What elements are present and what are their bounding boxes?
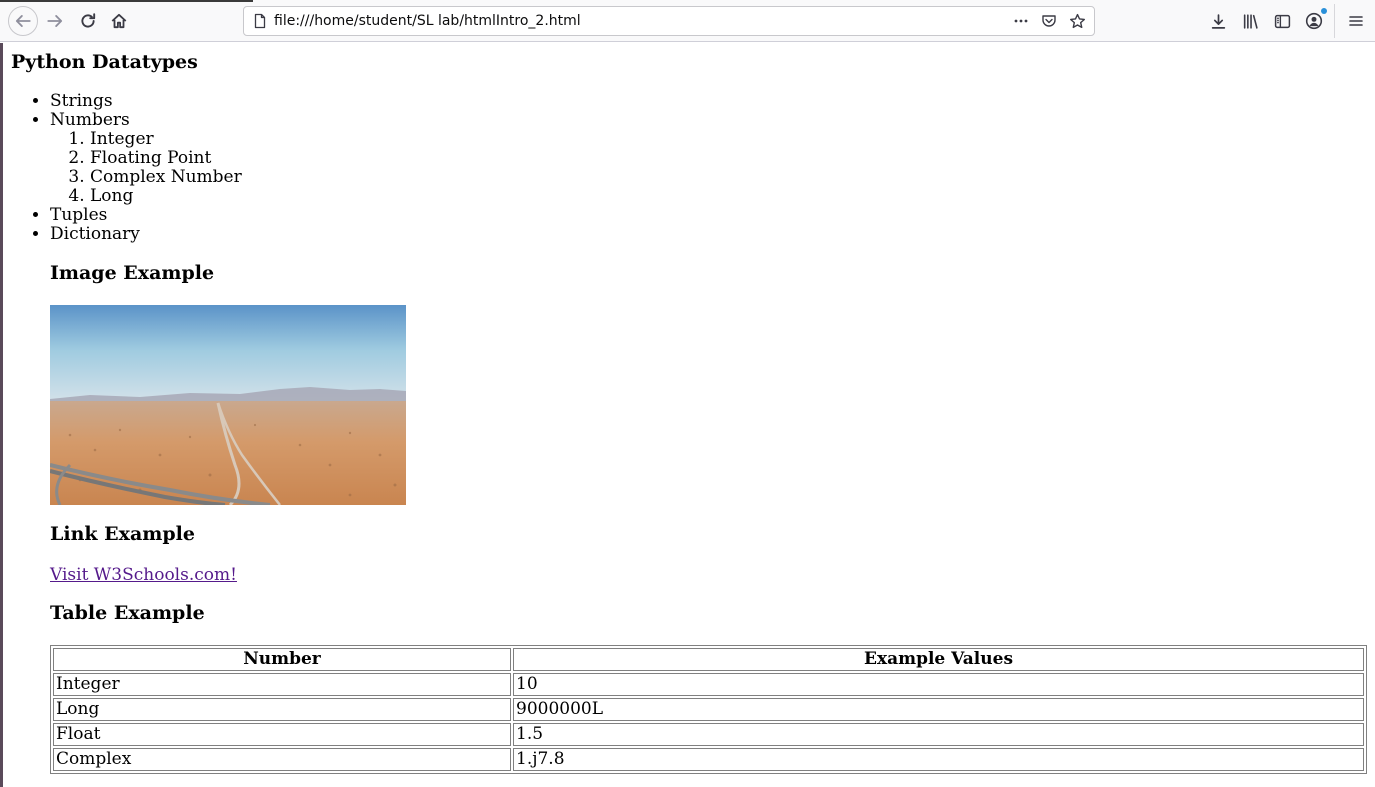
address-bar[interactable]: file:///home/student/SL lab/htmlIntro_2.… (243, 6, 1095, 36)
arrow-left-icon (15, 15, 31, 27)
url-text[interactable]: file:///home/student/SL lab/htmlIntro_2.… (274, 13, 581, 29)
table-cell: 1.j7.8 (513, 748, 1364, 771)
link-heading: Link Example (50, 523, 195, 545)
notification-dot (1321, 8, 1327, 14)
table-cell: Complex (53, 748, 511, 771)
table-row: Complex 1.j7.8 (53, 748, 1364, 771)
home-icon (111, 13, 127, 29)
w3schools-link[interactable]: Visit W3Schools.com! (50, 565, 237, 585)
desert-road-image (50, 305, 406, 505)
page-content: Python Datatypes Strings Numbers Integer… (0, 43, 1375, 787)
number-types-list: Integer Floating Point Complex Number Lo… (50, 130, 242, 206)
list-item: Complex Number (90, 168, 242, 187)
reload-button[interactable] (74, 7, 102, 35)
reload-icon (81, 13, 96, 28)
forward-button[interactable] (41, 7, 69, 35)
toolbar-separator (1334, 4, 1335, 38)
back-button[interactable] (8, 6, 38, 36)
table-row: Long 9000000L (53, 698, 1364, 721)
table-row: Integer 10 (53, 673, 1364, 696)
list-item-label: Numbers (50, 110, 130, 130)
pocket-icon[interactable] (1040, 12, 1058, 30)
sidebar-icon[interactable] (1272, 11, 1292, 31)
example-table: Number Example Values Integer 10 Long 90… (50, 645, 1367, 774)
hamburger-menu-icon[interactable] (1346, 11, 1366, 31)
list-item-strings: Strings (50, 92, 242, 111)
table-cell: 9000000L (513, 698, 1364, 721)
column-header-example-values: Example Values (513, 648, 1364, 671)
arrow-right-icon (47, 15, 63, 27)
table-cell: Integer (53, 673, 511, 696)
table-cell: Long (53, 698, 511, 721)
column-header-number: Number (53, 648, 511, 671)
table-cell: 10 (513, 673, 1364, 696)
account-icon[interactable] (1304, 8, 1327, 31)
list-item: Integer (90, 130, 242, 149)
image-heading: Image Example (50, 262, 215, 284)
datatype-list: Strings Numbers Integer Floating Point C… (10, 92, 242, 244)
list-item: Floating Point (90, 149, 242, 168)
more-dots-icon[interactable] (1012, 12, 1030, 30)
page-title: Python Datatypes (11, 51, 198, 73)
list-item-numbers: Numbers Integer Floating Point Complex N… (50, 111, 242, 206)
table-row: Float 1.5 (53, 723, 1364, 746)
star-icon[interactable] (1068, 12, 1086, 30)
home-button[interactable] (105, 7, 133, 35)
library-icon[interactable] (1240, 11, 1260, 31)
list-item-dictionary: Dictionary (50, 225, 242, 244)
list-item-tuples: Tuples (50, 206, 242, 225)
browser-toolbar: file:///home/student/SL lab/htmlIntro_2.… (0, 0, 1375, 42)
table-header-row: Number Example Values (53, 648, 1364, 671)
tab-indicator (0, 0, 253, 2)
table-cell: 1.5 (513, 723, 1364, 746)
list-item: Long (90, 187, 242, 206)
table-cell: Float (53, 723, 511, 746)
page-icon (254, 13, 266, 29)
download-icon[interactable] (1208, 11, 1228, 31)
table-heading: Table Example (50, 602, 205, 624)
